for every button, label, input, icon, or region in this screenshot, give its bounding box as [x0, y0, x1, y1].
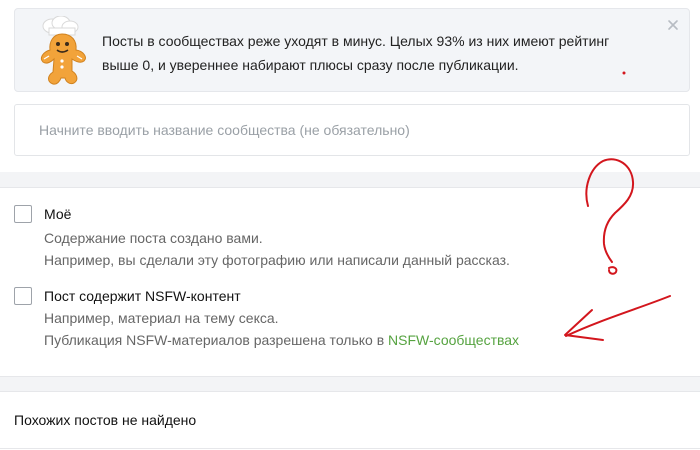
nsfw-description-2-text: Публикация NSFW-материалов разрешена тол… — [44, 332, 389, 348]
tip-text: Посты в сообществах реже уходят в минус.… — [102, 29, 622, 77]
mine-description-1: Содержание поста создано вами. — [44, 230, 263, 246]
mine-description-2: Например, вы сделали эту фотографию или … — [44, 252, 510, 268]
community-input[interactable] — [39, 105, 659, 155]
info-tip: Посты в сообществах реже уходят в минус.… — [14, 8, 690, 92]
section-divider — [0, 172, 700, 188]
mine-checkbox[interactable] — [14, 205, 32, 223]
nsfw-description-1: Например, материал на тему секса. — [44, 310, 279, 326]
nsfw-label[interactable]: Пост содержит NSFW-контент — [44, 288, 241, 304]
bottom-divider — [0, 448, 700, 449]
section-divider — [0, 376, 700, 392]
tip-text-line-2: выше 0, и увереннее набирают плюсы сразу… — [102, 57, 519, 73]
nsfw-checkbox[interactable] — [14, 287, 32, 305]
similar-posts-status: Похожих постов не найдено — [14, 412, 197, 428]
close-icon[interactable] — [665, 17, 681, 33]
chef-mascot-icon — [40, 16, 86, 85]
nsfw-communities-link[interactable]: NSFW-сообществах — [388, 332, 519, 348]
mine-label[interactable]: Моё — [44, 206, 71, 222]
tip-text-line-1: Посты в сообществах реже уходят в минус.… — [102, 33, 610, 49]
nsfw-description-2: Публикация NSFW-материалов разрешена тол… — [44, 332, 519, 348]
community-field[interactable] — [14, 104, 690, 156]
